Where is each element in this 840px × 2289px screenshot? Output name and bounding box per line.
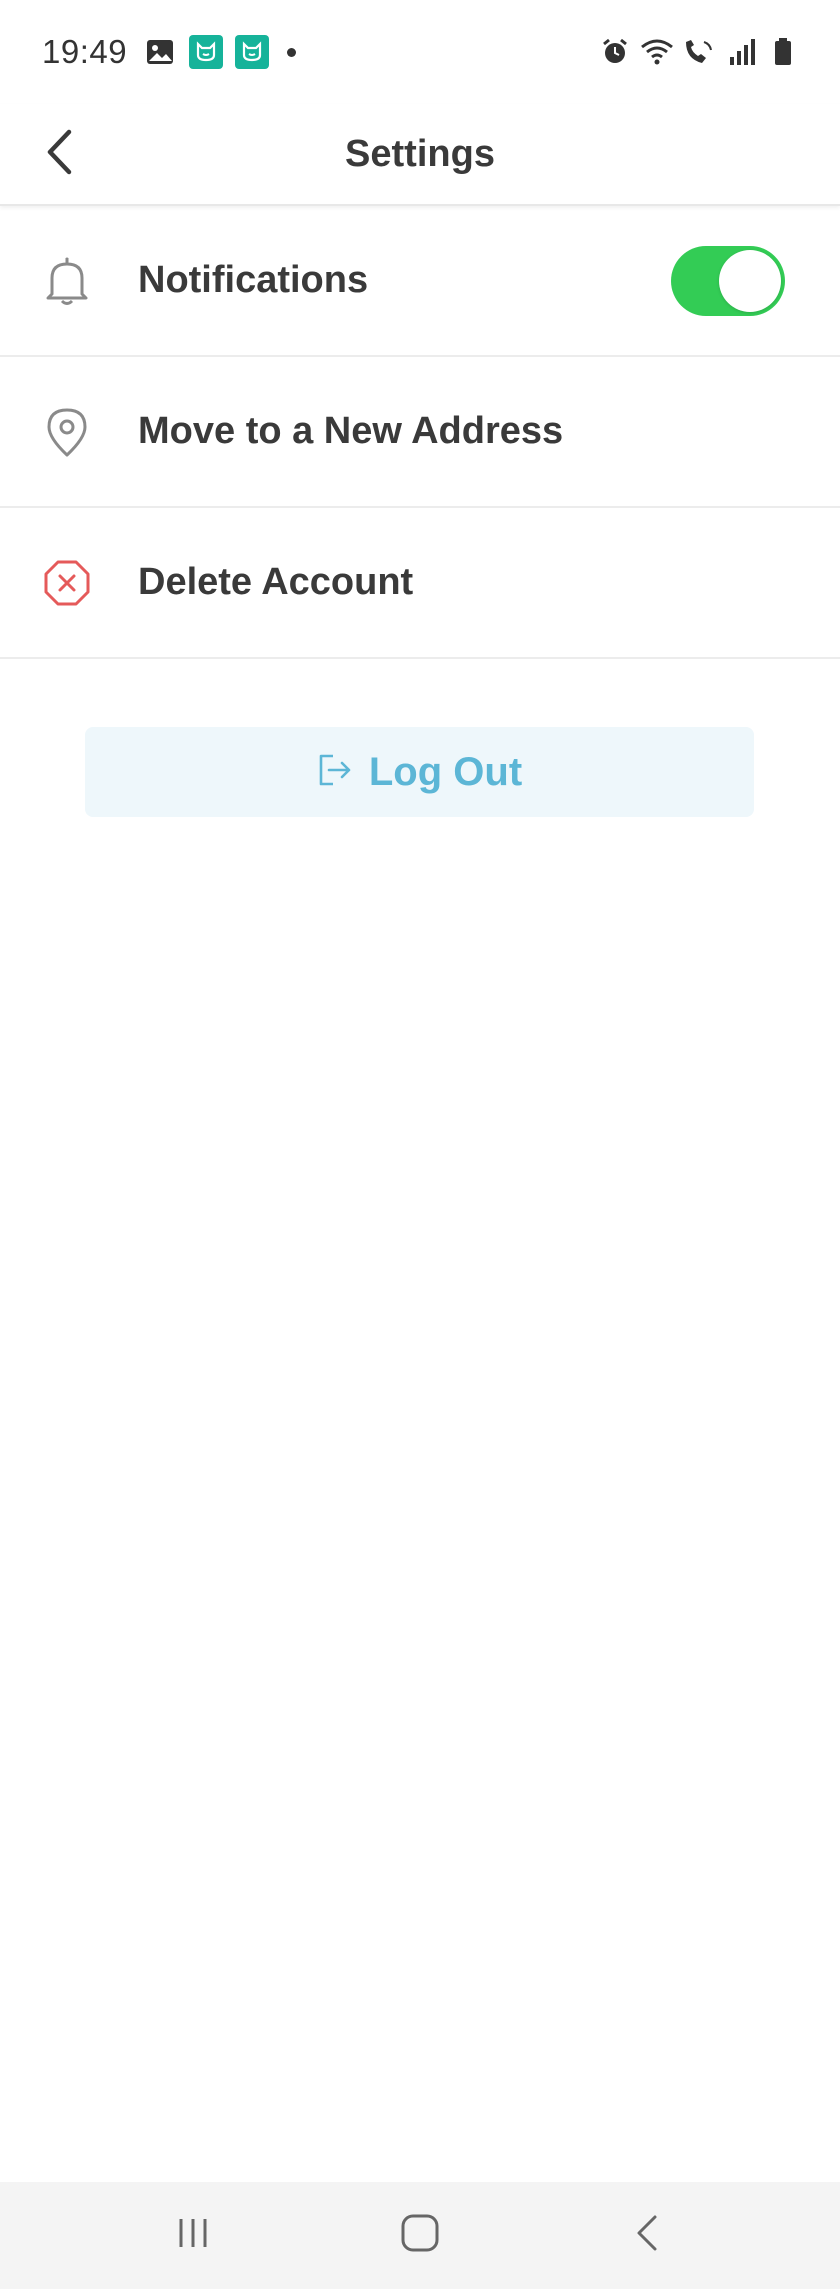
app-badge-icon xyxy=(235,35,270,69)
dot-icon xyxy=(287,47,297,57)
back-button[interactable] xyxy=(28,122,92,186)
back-icon xyxy=(634,2213,660,2258)
logout-button[interactable]: Log Out xyxy=(85,727,754,817)
notifications-toggle[interactable] xyxy=(671,245,785,316)
system-nav-bar xyxy=(0,2182,840,2289)
status-time: 19:49 xyxy=(42,33,128,70)
move-address-row[interactable]: Move to a New Address xyxy=(0,357,840,508)
page-title: Settings xyxy=(345,132,495,175)
app-badge-icon xyxy=(189,35,224,69)
logout-icon xyxy=(317,752,353,793)
battery-icon xyxy=(766,35,800,69)
status-bar: 19:49 xyxy=(0,0,840,104)
status-right xyxy=(598,35,800,69)
delete-account-row[interactable]: Delete Account xyxy=(0,508,840,659)
recents-button[interactable] xyxy=(153,2196,233,2276)
wifi-icon xyxy=(640,35,674,69)
move-address-label: Move to a New Address xyxy=(138,410,564,452)
home-icon xyxy=(400,2213,440,2258)
app-header: Settings xyxy=(0,104,840,206)
gallery-icon xyxy=(143,35,177,69)
cell-signal-icon xyxy=(724,35,758,69)
notifications-row[interactable]: Notifications xyxy=(0,206,840,357)
chevron-left-icon xyxy=(45,129,75,180)
settings-list: Notifications Move to a New Address Dele… xyxy=(0,206,840,659)
logout-label: Log Out xyxy=(368,749,523,794)
toggle-knob xyxy=(719,249,781,312)
notifications-label: Notifications xyxy=(138,259,369,301)
recents-icon xyxy=(175,2215,211,2256)
delete-account-label: Delete Account xyxy=(138,561,414,603)
location-pin-icon xyxy=(40,405,94,459)
system-back-button[interactable] xyxy=(607,2196,687,2276)
bell-icon xyxy=(40,254,94,308)
call-signal-icon xyxy=(682,35,716,69)
alarm-icon xyxy=(598,35,632,69)
status-left: 19:49 xyxy=(42,33,297,71)
home-button[interactable] xyxy=(380,2196,460,2276)
close-octagon-icon xyxy=(40,556,94,610)
